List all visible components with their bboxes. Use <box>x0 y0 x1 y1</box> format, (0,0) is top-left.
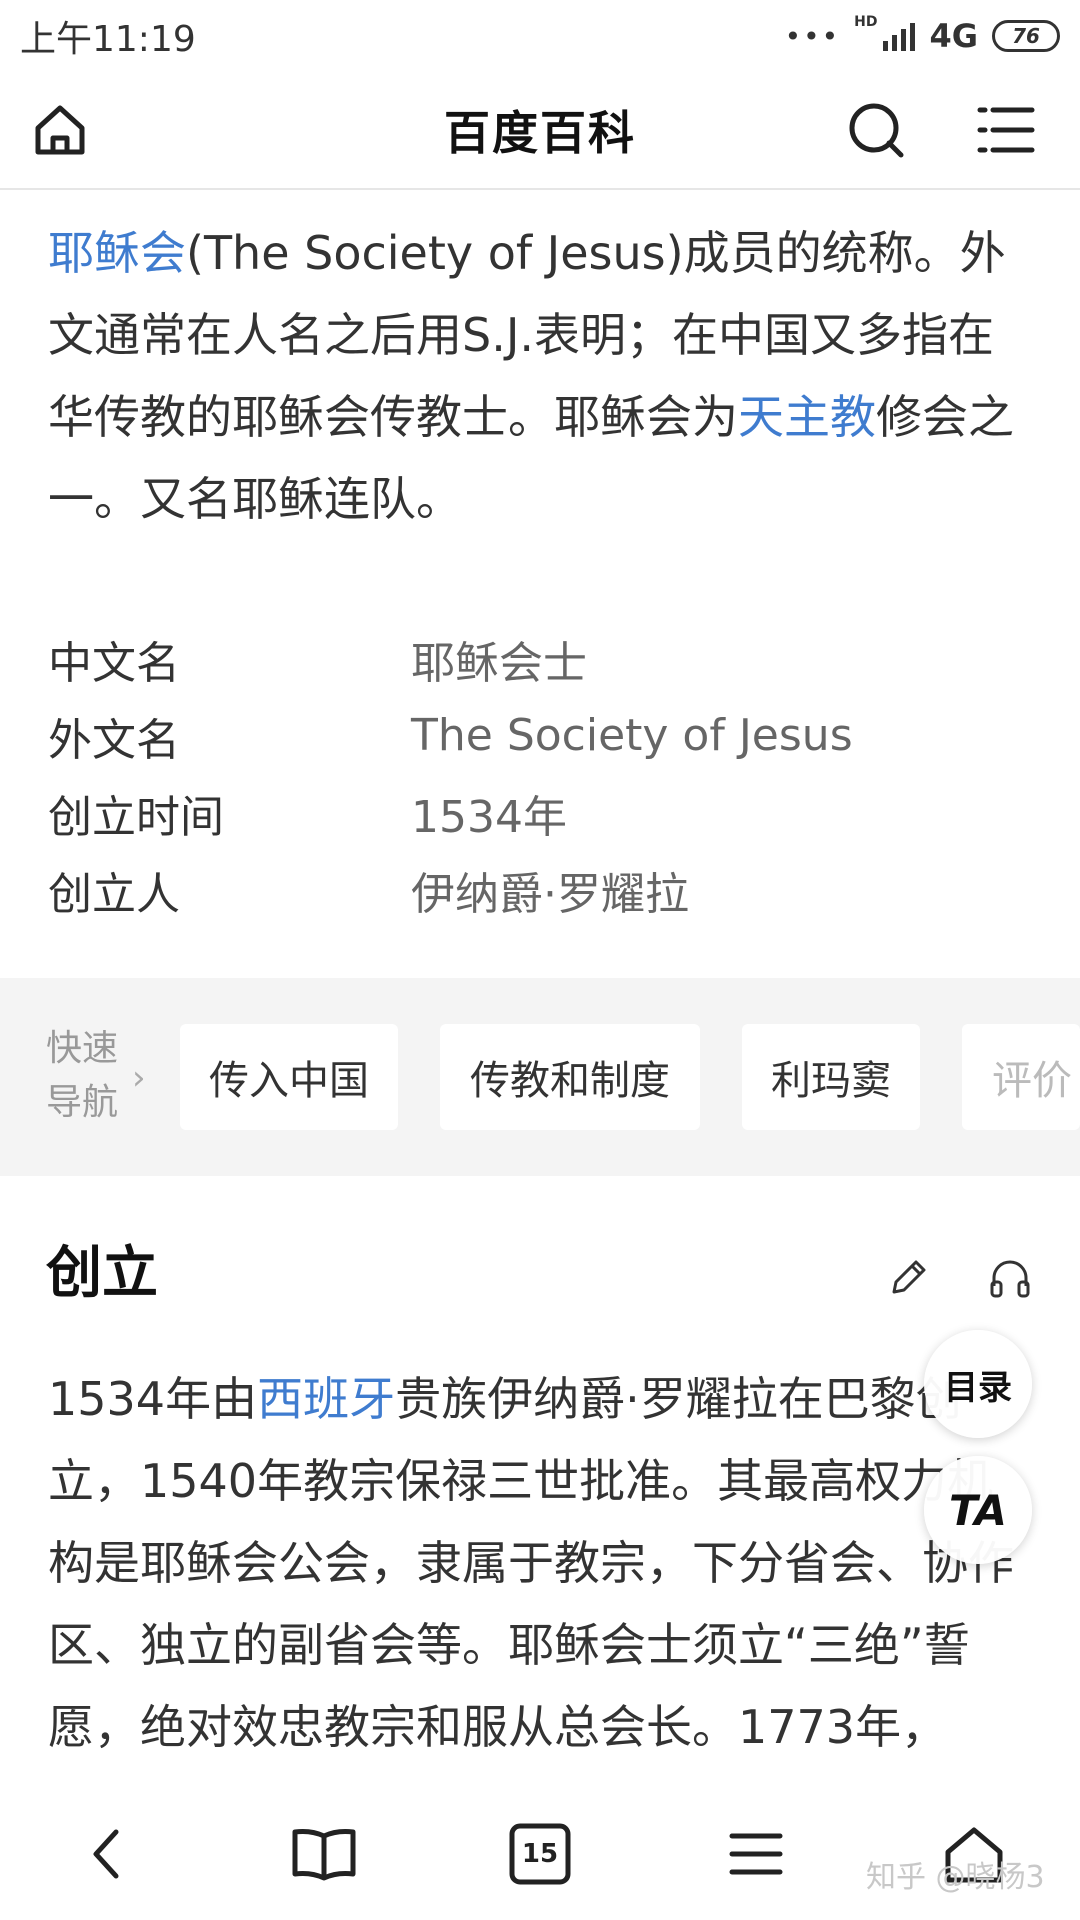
quick-nav: 快速导航 › 传入中国 传教和制度 利玛窦 评价 <box>0 978 1080 1176</box>
tabs-count: 15 <box>521 1839 559 1869</box>
ta-button[interactable]: TA <box>924 1456 1032 1564</box>
status-indicators: ••• HD 4G 76 <box>784 14 1060 55</box>
hd-label: HD <box>854 14 878 30</box>
info-value: 伊纳爵·罗耀拉 <box>411 868 689 920</box>
headphones-icon[interactable] <box>986 1254 1034 1302</box>
info-value: 1534年 <box>411 791 567 843</box>
info-row: 外文名 The Society of Jesus <box>48 697 1038 774</box>
status-time: 上午11:19 <box>20 19 196 60</box>
info-row: 创立时间 1534年 <box>48 774 1038 851</box>
menu-icon[interactable] <box>970 94 1042 166</box>
watermark: 知乎 @晓杨3 <box>866 1860 1045 1895</box>
section-text-b: 贵族伊纳爵·罗耀拉在巴黎创立，1540年教宗保禄三世批准。其最高权力机构是耶稣会… <box>48 1372 1014 1754</box>
info-value: 耶稣会士 <box>411 637 587 689</box>
book-icon[interactable] <box>284 1814 364 1894</box>
quick-nav-item[interactable]: 传入中国 <box>180 1024 398 1130</box>
chevron-right-icon: › <box>132 1058 146 1098</box>
info-box: 中文名 耶稣会士 外文名 The Society of Jesus 创立时间 1… <box>48 620 1038 928</box>
info-value: The Society of Jesus <box>411 710 853 761</box>
quick-nav-item[interactable]: 评价 <box>962 1024 1080 1130</box>
signal-icon <box>883 21 916 51</box>
tabs-icon[interactable]: 15 <box>500 1814 580 1894</box>
battery-level: 76 <box>1012 24 1040 48</box>
link-jesuits[interactable]: 耶稣会 <box>48 226 186 280</box>
link-spain[interactable]: 西班牙 <box>257 1372 395 1426</box>
menu-icon[interactable] <box>716 1814 796 1894</box>
toc-button[interactable]: 目录 <box>924 1330 1032 1438</box>
info-row: 中文名 耶稣会士 <box>48 620 1038 697</box>
quick-nav-label: 快速导航 <box>46 1028 119 1123</box>
page-title: 百度百科 <box>444 106 636 160</box>
quick-nav-item[interactable]: 利玛窦 <box>742 1024 920 1130</box>
home-icon[interactable] <box>24 94 96 166</box>
notification-dots: ••• <box>784 19 841 53</box>
section-text-a: 1534年由 <box>48 1372 258 1426</box>
info-label: 外文名 <box>48 714 180 766</box>
app-header: 百度百科 <box>0 72 1080 190</box>
info-label: 创立时间 <box>48 791 224 843</box>
link-catholicism[interactable]: 天主教 <box>738 390 876 444</box>
section-paragraph: 1534年由西班牙贵族伊纳爵·罗耀拉在巴黎创立，1540年教宗保禄三世批准。其最… <box>48 1358 1038 1768</box>
battery-icon: 76 <box>992 20 1060 52</box>
info-row: 创立人 伊纳爵·罗耀拉 <box>48 851 1038 928</box>
network-type: 4G <box>929 17 978 55</box>
quick-nav-item[interactable]: 传教和制度 <box>440 1024 700 1130</box>
info-label: 中文名 <box>48 637 180 689</box>
intro-paragraph: 耶稣会(The Society of Jesus)成员的统称。外文通常在人名之后… <box>48 212 1038 540</box>
section-title: 创立 <box>46 1241 158 1306</box>
edit-icon[interactable] <box>884 1254 932 1302</box>
search-icon[interactable] <box>840 94 912 166</box>
back-icon[interactable] <box>68 1814 148 1894</box>
info-label: 创立人 <box>48 868 180 920</box>
status-bar: 上午11:19 ••• HD 4G 76 <box>0 0 1080 72</box>
